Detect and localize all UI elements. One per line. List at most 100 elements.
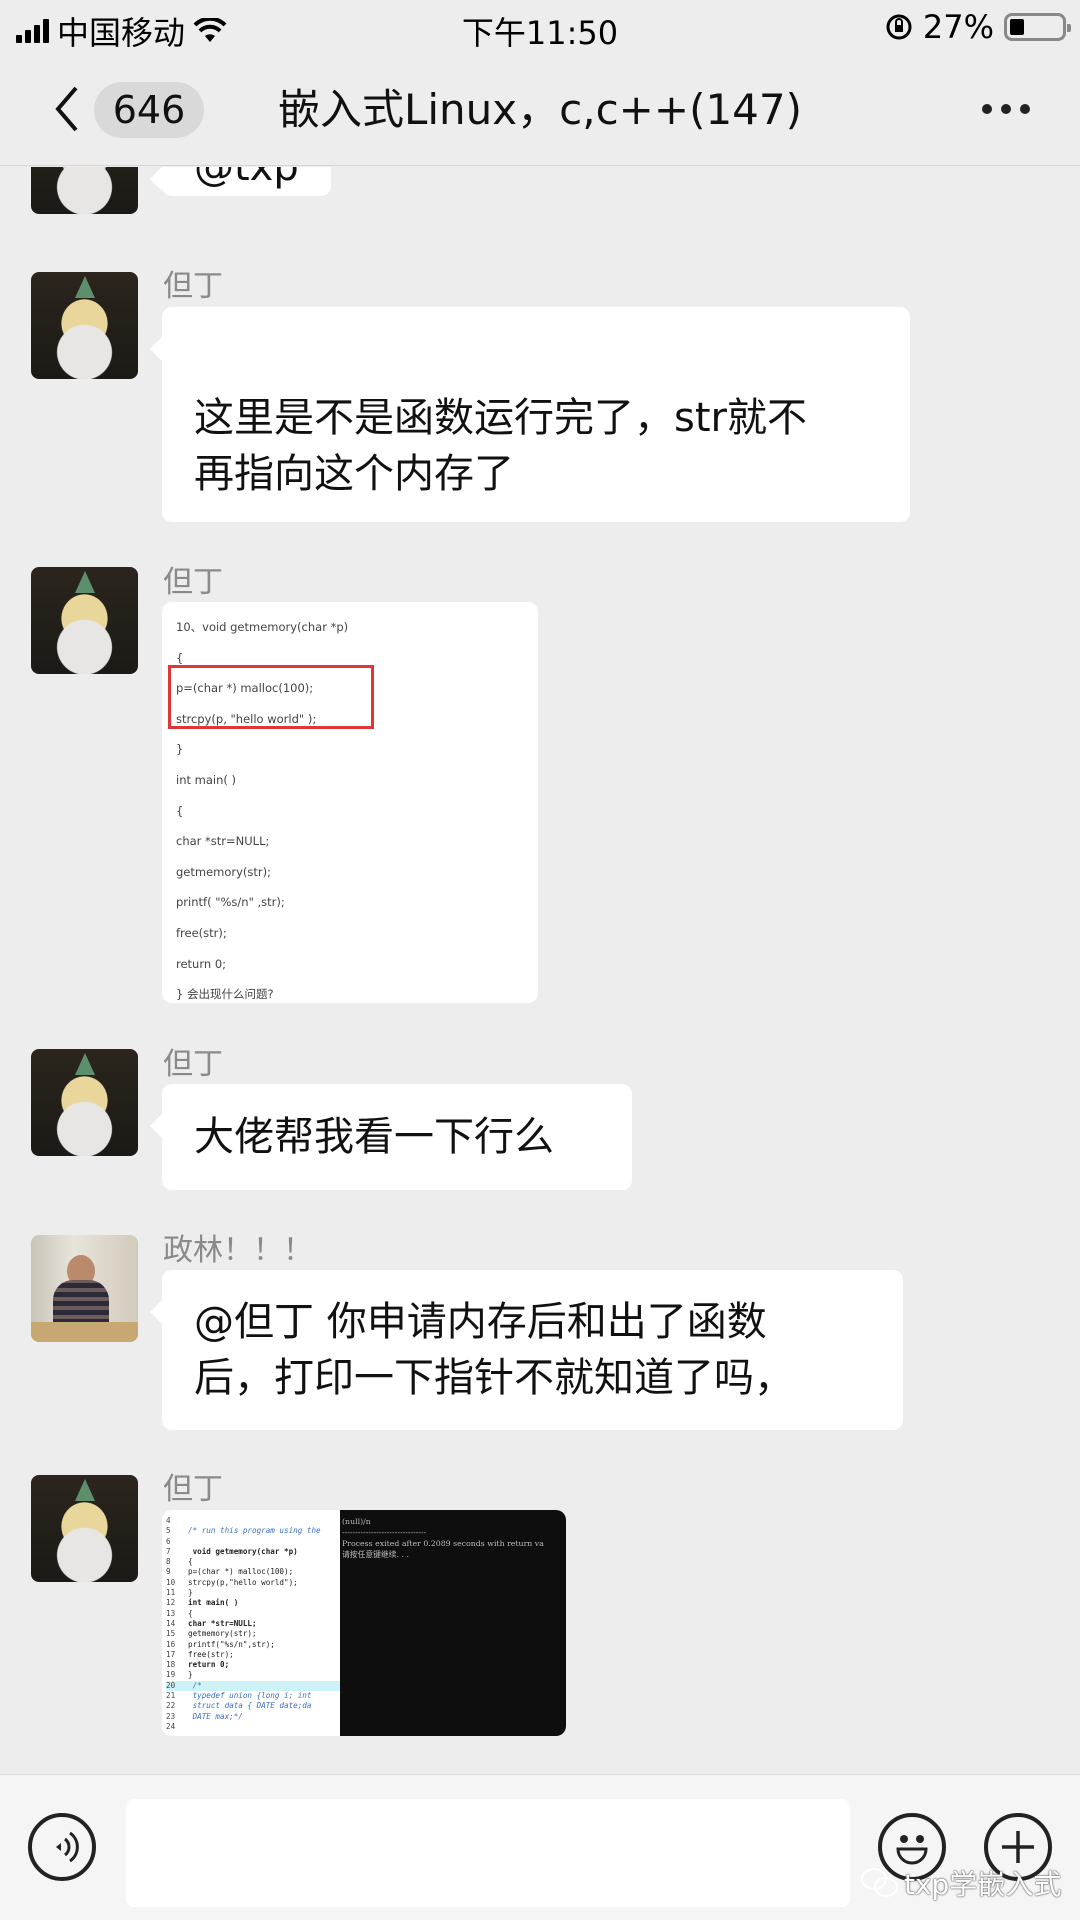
- code-line: 10、void getmemory(char *p): [176, 620, 349, 634]
- message-text-line: 再指向这个内存了: [194, 451, 514, 497]
- line-number: 5: [166, 1526, 171, 1536]
- console-line: Process exited after 0.2089 seconds with…: [342, 1539, 544, 1548]
- line-number: 18: [166, 1660, 176, 1670]
- message-text: 大佬帮我看一下行么: [194, 1114, 554, 1160]
- nav-bar: 646 嵌入式Linux，c,c++(147): [0, 54, 1080, 166]
- line-code: /*: [188, 1680, 202, 1690]
- code-line: printf( "%s/n" ,str);: [176, 895, 285, 910]
- editor-line: 24: [166, 1722, 340, 1732]
- line-number: 11: [166, 1588, 176, 1598]
- message-bubble[interactable]: @txp: [150, 167, 331, 196]
- code-line: char *str=NULL;: [176, 834, 270, 849]
- editor-line: 10 strcpy(p,"hello world");: [166, 1578, 340, 1588]
- line-number: 6: [166, 1536, 171, 1546]
- console-line: 请按任意键继续. . .: [342, 1550, 409, 1559]
- editor-line: 12 int main( ): [166, 1598, 340, 1608]
- editor-line: 13 {: [166, 1609, 340, 1619]
- line-code: strcpy(p,"hello world");: [188, 1577, 298, 1587]
- line-code: typedef union {long i; int: [188, 1691, 312, 1701]
- highlight-box: [168, 665, 374, 729]
- image-message[interactable]: 10、void getmemory(char *p){p=(char *) ma…: [162, 602, 538, 1003]
- message-bubble[interactable]: 这里是不是函数运行完了，str就不 再指向这个内存了: [150, 307, 910, 522]
- editor-line: 5 /* run this program using the: [166, 1526, 340, 1536]
- sender-name: 但丁: [163, 565, 223, 600]
- message-text-line: @但丁 你申请内存后和出了函数: [194, 1299, 767, 1345]
- code-screenshot: 10、void getmemory(char *p){p=(char *) ma…: [162, 602, 538, 1003]
- line-code: struct data { DATE date;da: [188, 1701, 312, 1711]
- sender-name: 但丁: [163, 1472, 223, 1507]
- code-editor: 4 5 /* run this program using the 6 7 void g…: [162, 1510, 340, 1736]
- editor-line: 23 DATE max;*/: [166, 1712, 340, 1722]
- code-line: }: [176, 742, 184, 757]
- line-code: /* run this program using the: [188, 1526, 321, 1536]
- more-dots-icon[interactable]: [982, 104, 1030, 114]
- editor-line: 22 struct data { DATE date;da: [166, 1701, 340, 1711]
- console-output: (null)/n --------------------------------…: [340, 1510, 566, 1736]
- editor-line: 7 void getmemory(char *p): [166, 1547, 340, 1557]
- message-text-line: 这里是不是函数运行完了，str就不: [194, 395, 807, 441]
- editor-line: 20 /*: [166, 1680, 340, 1692]
- line-number: 22: [166, 1701, 176, 1711]
- line-code: getmemory(str);: [188, 1629, 257, 1639]
- editor-line: 11}: [166, 1588, 340, 1598]
- message-input[interactable]: [126, 1799, 850, 1907]
- wechat-icon: [861, 1868, 898, 1897]
- line-code: }: [188, 1670, 193, 1680]
- code-line: free(str);: [176, 925, 227, 940]
- line-code: {: [188, 1557, 193, 1567]
- sender-name: 但丁: [163, 269, 223, 304]
- line-code: return 0;: [188, 1660, 230, 1670]
- line-number: 9: [166, 1567, 171, 1577]
- chat-message-list[interactable]: @txp 但丁 这里是不是函数运行完了，str就不 再指向这个内存了 但丁 10…: [0, 167, 1080, 1773]
- editor-line: 9 p=(char *) malloc(100);: [166, 1567, 340, 1577]
- editor-line: 19}: [166, 1670, 340, 1680]
- rotation-lock-icon: [886, 14, 912, 40]
- line-code: free(str);: [188, 1649, 234, 1659]
- line-number: 7: [166, 1546, 171, 1556]
- line-number: 20: [166, 1680, 176, 1690]
- input-bar: txp学嵌入式: [0, 1774, 1080, 1920]
- avatar[interactable]: [31, 1235, 138, 1342]
- line-number: 17: [166, 1649, 176, 1659]
- avatar[interactable]: [31, 1049, 138, 1156]
- code-line: } 会出现什么问题?: [176, 987, 274, 1002]
- editor-line: 14 char *str=NULL;: [166, 1619, 340, 1629]
- code-line: getmemory(str);: [176, 864, 272, 879]
- message-bubble[interactable]: @但丁 你申请内存后和出了函数 后，打印一下指针不就知道了吗，: [150, 1270, 903, 1430]
- status-bar: 中国移动 下午11:50 27%: [0, 0, 1080, 54]
- chat-title: 嵌入式Linux，c,c++(147): [277, 85, 803, 134]
- avatar[interactable]: [31, 1475, 138, 1582]
- avatar[interactable]: [31, 567, 138, 674]
- line-code: int main( ): [188, 1598, 239, 1608]
- console-line: (null)/n: [342, 1517, 371, 1526]
- avatar[interactable]: [31, 167, 138, 214]
- sender-name: 政林！！！: [163, 1233, 313, 1268]
- line-number: 15: [166, 1629, 176, 1639]
- console-line: --------------------------------: [342, 1528, 427, 1537]
- line-code: void getmemory(char *p): [188, 1546, 298, 1556]
- editor-line: 4: [166, 1516, 340, 1526]
- line-number: 10: [166, 1577, 176, 1587]
- editor-line: 16 printf("%s/n",str);: [166, 1640, 340, 1650]
- sender-name: 但丁: [163, 1047, 223, 1082]
- battery-fill: [1010, 19, 1025, 35]
- editor-line: 15 getmemory(str);: [166, 1629, 340, 1639]
- line-number: 19: [166, 1670, 176, 1680]
- watermark-text: txp学嵌入式: [904, 1868, 1062, 1901]
- editor-line: 6: [166, 1537, 340, 1547]
- battery-icon: [1004, 13, 1071, 41]
- voice-icon[interactable]: [28, 1813, 96, 1881]
- message-bubble[interactable]: 大佬帮我看一下行么: [150, 1084, 632, 1190]
- ide-screenshot: 4 5 /* run this program using the 6 7 void g…: [162, 1510, 566, 1736]
- line-number: 8: [166, 1557, 171, 1567]
- image-message[interactable]: 4 5 /* run this program using the 6 7 void g…: [162, 1510, 566, 1736]
- battery-percent: 27%: [922, 8, 994, 46]
- code-line: {: [176, 803, 184, 818]
- editor-line: 18 return 0;: [166, 1660, 340, 1670]
- line-number: 23: [166, 1711, 176, 1721]
- line-code: printf("%s/n",str);: [188, 1639, 275, 1649]
- message-text: @txp: [194, 167, 299, 190]
- line-number: 21: [166, 1691, 176, 1701]
- line-code: char *str=NULL;: [188, 1618, 257, 1628]
- avatar[interactable]: [31, 272, 138, 379]
